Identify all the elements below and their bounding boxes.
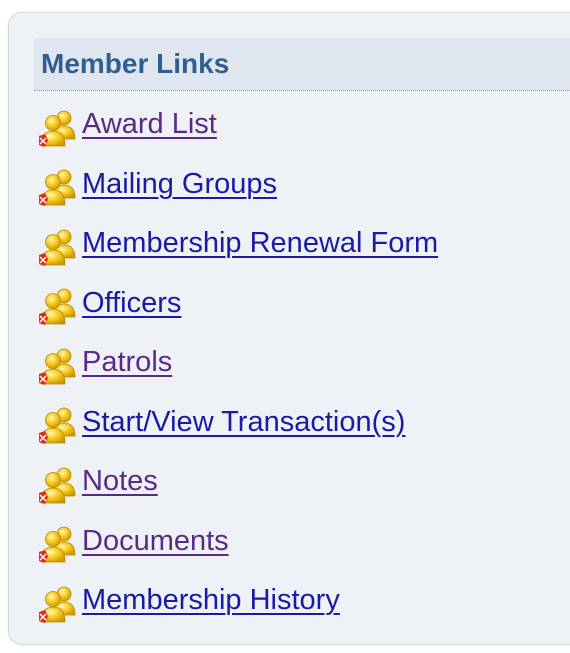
members-icon xyxy=(36,347,82,387)
members-icon xyxy=(36,168,82,208)
members-icon xyxy=(36,525,82,565)
panel-header: Member Links xyxy=(34,38,570,91)
membership-renewal-form-link[interactable]: Membership Renewal Form xyxy=(66,227,438,260)
mailing-groups-link[interactable]: Mailing Groups xyxy=(66,168,277,201)
members-icon xyxy=(36,228,82,268)
member-links-list: Award List Mailing Groups Membership Ren… xyxy=(36,95,556,631)
list-item-officers[interactable]: Officers xyxy=(36,274,556,334)
panel-title: Member Links xyxy=(41,48,230,79)
list-item-mailing-groups[interactable]: Mailing Groups xyxy=(36,155,556,215)
list-item-membership-renewal-form[interactable]: Membership Renewal Form xyxy=(36,214,556,274)
list-item-patrols[interactable]: Patrols xyxy=(36,333,556,393)
award-list-link[interactable]: Award List xyxy=(66,108,217,141)
members-icon xyxy=(36,109,82,149)
list-item-notes[interactable]: Notes xyxy=(36,452,556,512)
start-view-transactions-link[interactable]: Start/View Transaction(s) xyxy=(66,406,405,439)
documents-link[interactable]: Documents xyxy=(66,525,229,558)
members-icon xyxy=(36,287,82,327)
list-item-membership-history[interactable]: Membership History xyxy=(36,571,556,631)
list-item-start-view-transactions[interactable]: Start/View Transaction(s) xyxy=(36,393,556,453)
members-icon xyxy=(36,406,82,446)
membership-history-link[interactable]: Membership History xyxy=(66,584,340,617)
officers-link[interactable]: Officers xyxy=(66,287,181,320)
members-icon xyxy=(36,466,82,506)
list-item-award-list[interactable]: Award List xyxy=(36,95,556,155)
members-icon xyxy=(36,585,82,625)
list-item-documents[interactable]: Documents xyxy=(36,512,556,572)
